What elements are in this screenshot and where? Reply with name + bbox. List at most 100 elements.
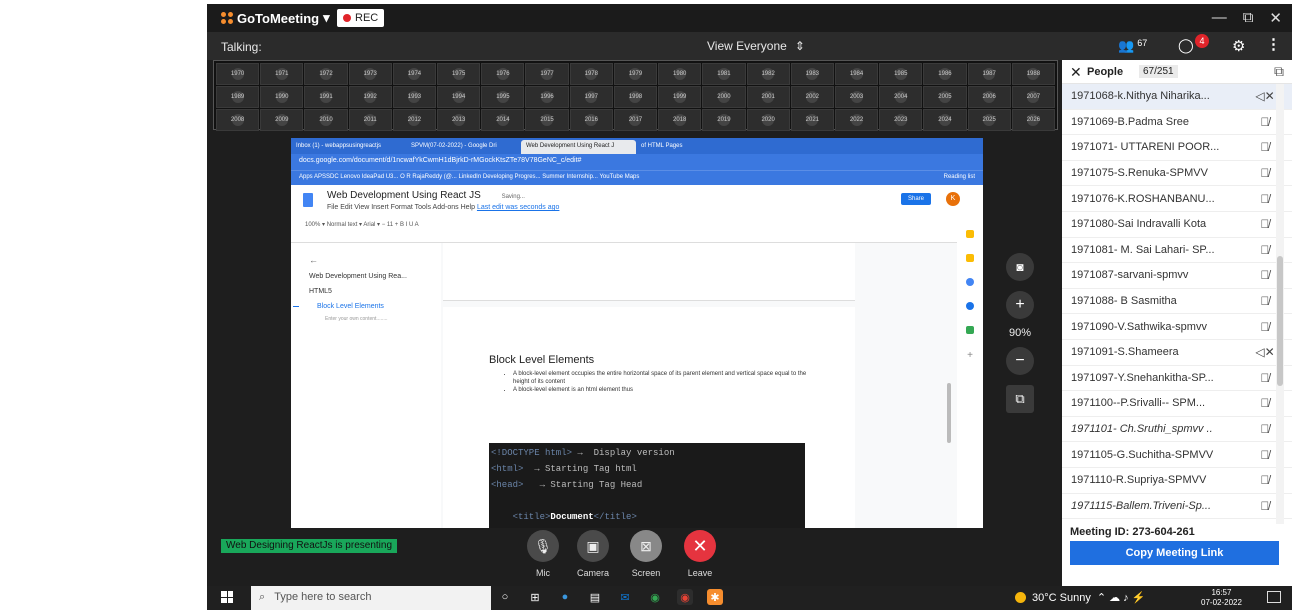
people-scrollbar[interactable] [1276, 84, 1284, 524]
attendee-thumbnail[interactable]: 1976 [481, 63, 525, 85]
attendee-thumbnail[interactable]: 1979 [613, 63, 658, 85]
attendee-thumbnail[interactable]: 2004 [879, 86, 923, 108]
attendee-thumbnail[interactable]: 1996 [525, 86, 569, 108]
attendee-thumbnail[interactable]: 2005 [923, 86, 967, 108]
tray-icons[interactable]: ⌃ ☁ ♪ ⚡ [1097, 591, 1146, 604]
participant-row[interactable]: 1971075-S.Renuka-SPMVV 🎙̸ [1062, 161, 1292, 187]
mic-off-icon[interactable]: 🎙̸ [1252, 166, 1278, 180]
attendee-thumbnail[interactable]: 1989 [216, 86, 260, 108]
attendee-thumbnail[interactable]: 1978 [569, 63, 613, 85]
mic-off-icon[interactable]: 🎙̸ [1252, 140, 1278, 154]
attendee-thumbnail[interactable]: 2001 [746, 86, 790, 108]
attendee-thumbnail[interactable]: 2026 [1011, 109, 1055, 131]
attendee-thumbnail[interactable]: 2019 [702, 109, 746, 131]
attendee-thumbnail[interactable]: 1977 [525, 63, 569, 85]
attendee-thumbnail[interactable]: 1995 [481, 86, 525, 108]
participant-row[interactable]: 1971087-sarvani-spmvv 🎙̸ [1062, 263, 1292, 289]
participant-row[interactable]: 1971068-k.Nithya Niharika...◁✕⌄ [1062, 84, 1292, 110]
participant-row[interactable]: 1971069-B.Padma Sree 🎙̸ [1062, 110, 1292, 136]
clock[interactable]: 16:57 07-02-2022 [1201, 588, 1242, 608]
more-options-icon[interactable]: ⋮ [1266, 35, 1281, 53]
app-menu[interactable]: GoToMeeting ▾ [221, 10, 330, 26]
attendee-thumbnail[interactable]: 2022 [834, 109, 879, 131]
attendee-thumbnail[interactable]: 2011 [348, 109, 392, 131]
attendee-thumbnail[interactable]: 1970 [216, 63, 260, 85]
taskbar-search[interactable]: ⌕ Type here to search [251, 586, 491, 610]
start-icon[interactable] [221, 591, 233, 603]
attendee-thumbnail[interactable]: 1983 [790, 63, 834, 85]
mic-off-icon[interactable]: 🎙̸ [1252, 473, 1278, 487]
store-icon[interactable]: ▤ [587, 589, 603, 605]
attendee-thumbnail[interactable]: 2017 [613, 109, 658, 131]
attendee-thumbnail[interactable]: 2010 [304, 109, 348, 131]
recording-indicator[interactable]: REC [337, 9, 385, 27]
screen-button[interactable]: ⊠ Screen [626, 530, 666, 578]
popout-icon[interactable]: ⧉ [1274, 63, 1284, 80]
attendee-thumbnail[interactable]: 2012 [392, 109, 437, 131]
attendee-thumbnail[interactable]: 1982 [746, 63, 790, 85]
mail-icon[interactable]: ✉ [617, 589, 633, 605]
attendee-thumbnail[interactable]: 1985 [879, 63, 923, 85]
mic-off-icon[interactable]: 🎙̸ [1252, 448, 1278, 462]
mic-off-icon[interactable]: 🎙̸ [1252, 217, 1278, 231]
restore-button[interactable]: ⧉ [1243, 9, 1254, 27]
attendee-thumbnail[interactable]: 1975 [437, 63, 481, 85]
screenshot-button[interactable]: ◙ [1006, 253, 1034, 281]
attendee-thumbnail[interactable]: 2023 [879, 109, 923, 131]
participant-row[interactable]: 1971097-Y.Snehankitha-SP... 🎙̸ [1062, 366, 1292, 392]
participant-row[interactable]: 1971115-Ballem.Triveni-Sp... 🎙̸ [1062, 494, 1292, 520]
edge-icon[interactable]: ● [557, 589, 573, 605]
attendee-thumbnail[interactable]: 2013 [437, 109, 481, 131]
attendee-thumbnail[interactable]: 2003 [834, 86, 879, 108]
attendee-thumbnail[interactable]: 1971 [260, 63, 304, 85]
attendee-thumbnail[interactable]: 1980 [658, 63, 702, 85]
zoom-in-button[interactable]: + [1006, 291, 1034, 319]
attendee-thumbnail[interactable]: 2014 [481, 109, 525, 131]
attendee-thumbnail[interactable]: 2024 [923, 109, 967, 131]
mic-off-icon[interactable]: 🎙̸ [1252, 192, 1278, 206]
attendee-thumbnail[interactable]: 2000 [702, 86, 746, 108]
cortana-icon[interactable]: ○ [497, 589, 513, 605]
chrome-icon[interactable]: ◉ [677, 589, 693, 605]
attendee-thumbnail[interactable]: 1991 [304, 86, 348, 108]
attendee-thumbnail[interactable]: 2006 [967, 86, 1011, 108]
mic-off-icon[interactable]: 🎙̸ [1252, 268, 1278, 282]
mic-off-icon[interactable]: 🎙̸ [1252, 499, 1278, 513]
participant-row[interactable]: 1971091-S.Shameera ◁✕ [1062, 340, 1292, 366]
participant-row[interactable]: 1971100--P.Srivalli-- SPM... 🎙̸ [1062, 391, 1292, 417]
attendee-thumbnail[interactable]: 2008 [216, 109, 260, 131]
attendee-thumbnail[interactable]: 1993 [392, 86, 437, 108]
popout-button[interactable]: ⧉ [1006, 385, 1034, 413]
gotomeeting-taskbar-icon[interactable]: ✱ [707, 589, 723, 605]
people-button[interactable]: 👥 67 [1118, 38, 1147, 54]
attendee-thumbnail[interactable]: 1999 [658, 86, 702, 108]
participant-row[interactable]: 1971101- Ch.Sruthi_spmvv .. 🎙̸ [1062, 417, 1292, 443]
mic-button[interactable]: 🎙 Mic [523, 530, 563, 578]
participant-row[interactable]: 1971071- UTTARENI POOR... 🎙̸ [1062, 135, 1292, 161]
participant-row[interactable]: 1971088- B Sasmitha 🎙̸ [1062, 289, 1292, 315]
zoom-out-button[interactable]: − [1006, 347, 1034, 375]
mic-off-icon[interactable]: 🎙̸ [1252, 243, 1278, 257]
attendee-thumbnail[interactable]: 2009 [260, 109, 304, 131]
participant-row[interactable]: 1971080-Sai Indravalli Kota 🎙̸ [1062, 212, 1292, 238]
attendee-thumbnail[interactable]: 2015 [525, 109, 569, 131]
copy-meeting-link-button[interactable]: Copy Meeting Link [1070, 541, 1279, 565]
mic-off-icon[interactable]: 🎙̸ [1252, 396, 1278, 410]
gear-icon[interactable]: ⚙ [1232, 37, 1245, 55]
speaker-muted-icon[interactable]: ◁✕ [1252, 345, 1278, 359]
chat-icon[interactable]: ◯ [1178, 37, 1194, 54]
participant-row[interactable]: 1971090-V.Sathwika-spmvv 🎙̸ [1062, 314, 1292, 340]
attendee-thumbnail[interactable]: 2020 [746, 109, 790, 131]
task-view-icon[interactable]: ⊞ [527, 589, 543, 605]
participant-row[interactable]: 1971076-K.ROSHANBANU... 🎙̸ [1062, 186, 1292, 212]
attendee-thumbnail[interactable]: 1990 [260, 86, 304, 108]
notification-icon[interactable] [1267, 591, 1281, 603]
participant-row[interactable]: 1971081- M. Sai Lahari- SP... 🎙̸ [1062, 238, 1292, 264]
attendee-thumbnail[interactable]: 1988 [1011, 63, 1055, 85]
mic-off-icon[interactable]: 🎙̸ [1252, 422, 1278, 436]
attendee-thumbnail[interactable]: 1986 [923, 63, 967, 85]
participant-row[interactable]: 1971105-G.Suchitha-SPMVV 🎙̸ [1062, 442, 1292, 468]
mic-off-icon[interactable]: 🎙̸ [1252, 294, 1278, 308]
attendee-thumbnail[interactable]: 2007 [1011, 86, 1055, 108]
attendee-thumbnail[interactable]: 1973 [348, 63, 392, 85]
